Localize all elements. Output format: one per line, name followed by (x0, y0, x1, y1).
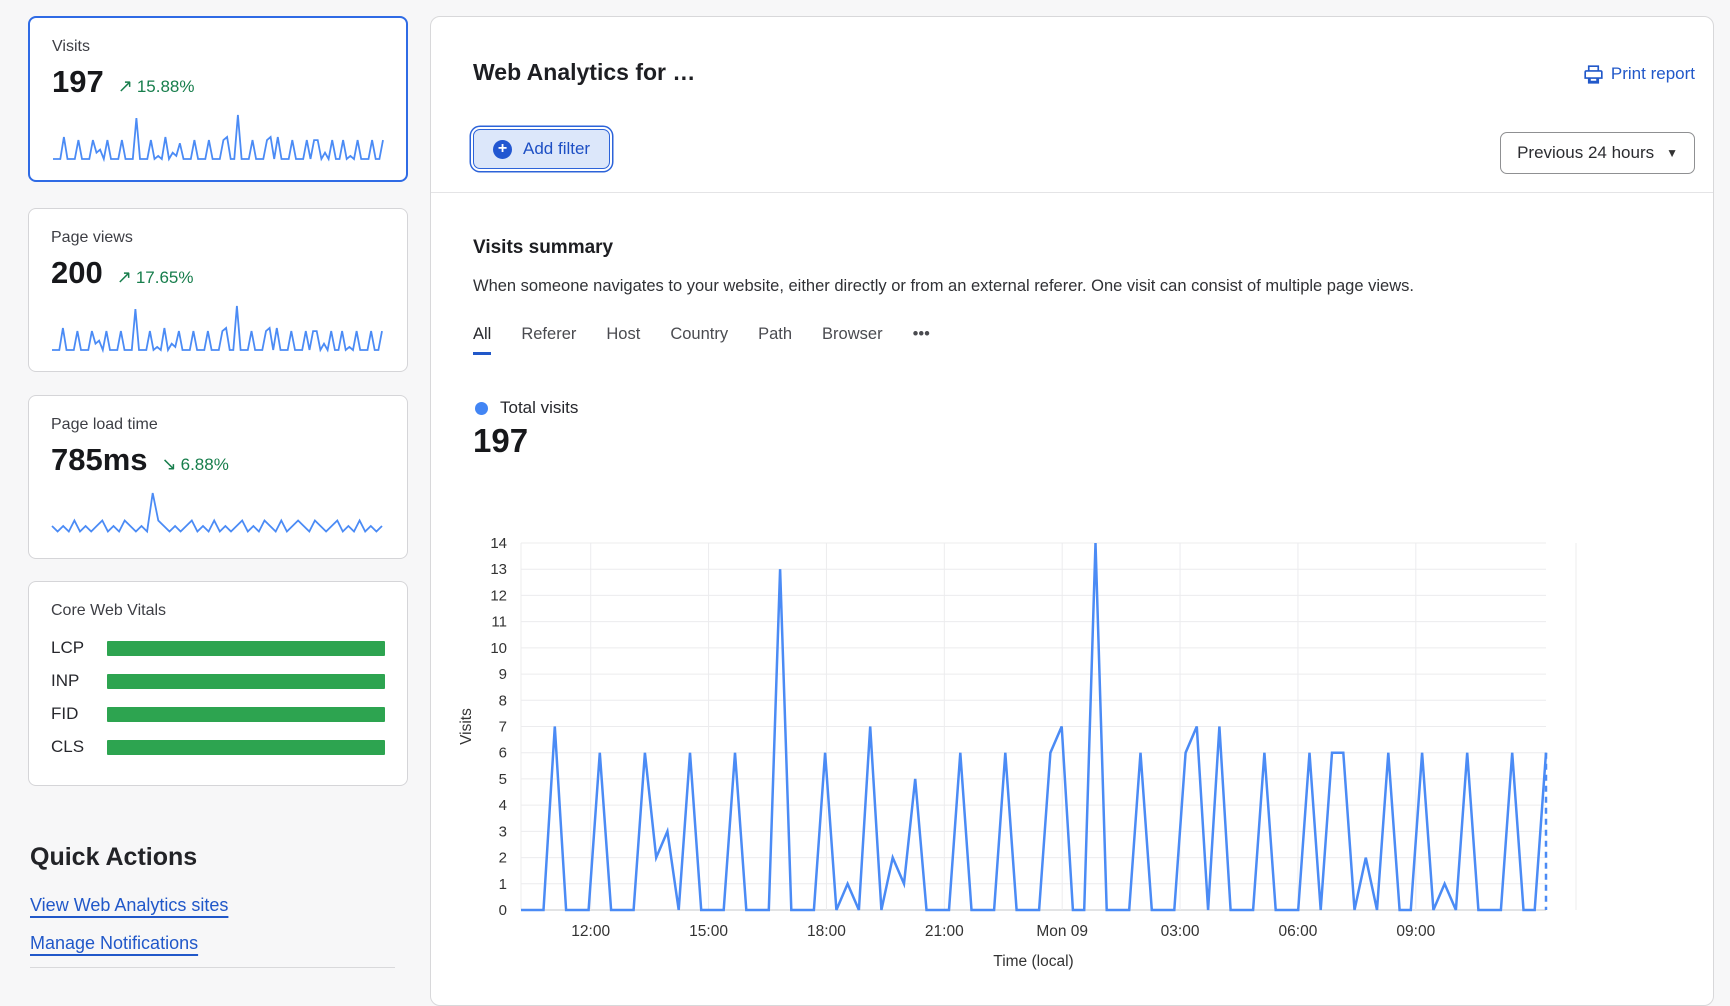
card-visits-delta: ↗15.88% (118, 76, 195, 97)
header-divider (431, 192, 1713, 193)
visits-summary-description: When someone navigates to your website, … (473, 277, 1414, 296)
x-tick-label: 18:00 (807, 923, 846, 940)
visits-sparkline (52, 110, 384, 162)
tab-browser[interactable]: Browser (822, 325, 883, 355)
tab-more[interactable]: ••• (913, 325, 930, 355)
chevron-down-icon: ▼ (1666, 146, 1678, 160)
manage-notifications-link[interactable]: Manage Notifications (30, 933, 198, 954)
x-tick-label: 03:00 (1161, 923, 1200, 940)
y-tick-label: 7 (499, 719, 507, 736)
cwv-label: LCP (51, 638, 107, 658)
x-tick-label: 09:00 (1396, 923, 1435, 940)
y-tick-label: 2 (499, 850, 507, 867)
card-page-load-time-delta: ↘6.88% (162, 454, 229, 475)
tab-all[interactable]: All (473, 325, 491, 355)
card-page-load-time[interactable]: Page load time 785ms ↘6.88% (28, 395, 408, 559)
card-page-views[interactable]: Page views 200 ↗17.65% (28, 208, 408, 372)
card-page-views-value: 200 (51, 255, 103, 291)
card-page-views-delta: ↗17.65% (117, 267, 194, 288)
time-range-value: Previous 24 hours (1517, 143, 1654, 163)
x-tick-label: 06:00 (1279, 923, 1318, 940)
plus-icon: + (493, 140, 512, 159)
tab-host[interactable]: Host (606, 325, 640, 355)
cwv-label: CLS (51, 737, 107, 757)
quick-actions-title: Quick Actions (30, 843, 197, 872)
trend-up-icon: ↗ (118, 76, 133, 96)
y-tick-label: 10 (490, 640, 507, 657)
time-range-dropdown[interactable]: Previous 24 hours ▼ (1500, 132, 1695, 174)
visits-chart: 0123456789101112131412:0015:0018:0021:00… (441, 517, 1691, 997)
card-visits-label: Visits (52, 38, 384, 56)
page-title: Web Analytics for … (473, 59, 695, 86)
y-tick-label: 5 (499, 771, 507, 788)
y-tick-label: 0 (499, 902, 507, 919)
card-page-load-time-label: Page load time (51, 416, 385, 434)
y-tick-label: 4 (499, 797, 507, 814)
card-visits-value: 197 (52, 64, 104, 100)
card-core-web-vitals[interactable]: Core Web Vitals LCP INP FID CLS (28, 581, 408, 786)
sidebar-divider (30, 967, 395, 968)
card-visits[interactable]: Visits 197 ↗15.88% (28, 16, 408, 182)
y-tick-label: 1 (499, 876, 507, 893)
visits-summary-title: Visits summary (473, 237, 613, 259)
cwv-label: INP (51, 671, 107, 691)
cwv-row-fid: FID (51, 704, 385, 724)
cwv-row-inp: INP (51, 671, 385, 691)
cwv-bar-fid (107, 707, 385, 722)
y-axis-title: Visits (458, 708, 475, 745)
add-filter-label: Add filter (523, 139, 590, 159)
x-tick-label: Mon 09 (1036, 923, 1088, 940)
y-tick-label: 12 (490, 587, 507, 604)
x-tick-label: 21:00 (925, 923, 964, 940)
cwv-row-lcp: LCP (51, 638, 385, 658)
x-tick-label: 15:00 (689, 923, 728, 940)
total-visits-value: 197 (473, 422, 528, 460)
trend-down-icon: ↘ (162, 454, 177, 474)
page-views-sparkline (51, 301, 383, 353)
cwv-bar-lcp (107, 641, 385, 656)
tab-path[interactable]: Path (758, 325, 792, 355)
x-axis-title: Time (local) (993, 953, 1073, 970)
y-tick-label: 11 (491, 614, 507, 631)
cwv-bar-inp (107, 674, 385, 689)
card-page-views-label: Page views (51, 229, 385, 247)
y-tick-label: 13 (490, 561, 507, 578)
visits-line-chart: 0123456789101112131412:0015:0018:0021:00… (441, 517, 1691, 992)
add-filter-button[interactable]: + Add filter (473, 129, 610, 169)
y-tick-label: 14 (490, 535, 507, 552)
print-report-link[interactable]: Print report (1584, 64, 1695, 84)
tab-country[interactable]: Country (670, 325, 728, 355)
cwv-label: FID (51, 704, 107, 724)
core-web-vitals-title: Core Web Vitals (51, 602, 385, 620)
y-tick-label: 8 (499, 692, 507, 709)
y-tick-label: 3 (499, 823, 507, 840)
y-tick-label: 9 (499, 666, 507, 683)
card-page-load-time-value: 785ms (51, 442, 148, 478)
print-report-label: Print report (1611, 64, 1695, 84)
dimension-tabs: All Referer Host Country Path Browser ••• (473, 325, 930, 355)
legend-dot-icon (475, 402, 488, 415)
tab-referer[interactable]: Referer (521, 325, 576, 355)
trend-up-icon: ↗ (117, 267, 132, 287)
printer-icon (1584, 65, 1603, 84)
cwv-bar-cls (107, 740, 385, 755)
main-panel: Web Analytics for … Print report + Add f… (430, 16, 1714, 1006)
x-tick-label: 12:00 (571, 923, 610, 940)
chart-legend: Total visits (475, 398, 578, 418)
cwv-row-cls: CLS (51, 737, 385, 757)
page-load-sparkline (51, 488, 383, 540)
legend-label: Total visits (500, 398, 578, 418)
y-tick-label: 6 (499, 745, 507, 762)
view-web-analytics-sites-link[interactable]: View Web Analytics sites (30, 895, 228, 916)
